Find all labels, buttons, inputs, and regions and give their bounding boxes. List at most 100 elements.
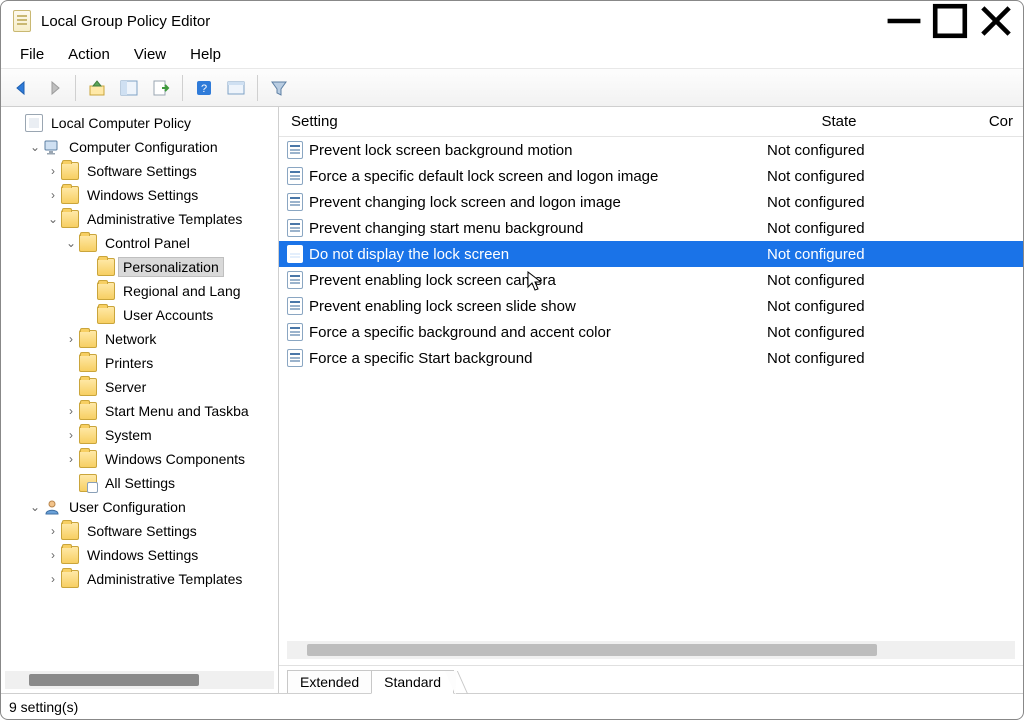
chevron-down-icon[interactable]: ⌄: [63, 236, 79, 250]
setting-state: Not configured: [753, 350, 933, 367]
menu-action[interactable]: Action: [57, 44, 121, 65]
chevron-right-icon[interactable]: ›: [45, 164, 61, 178]
list-horizontal-scrollbar[interactable]: [287, 641, 1015, 659]
tree-label: Local Computer Policy: [47, 114, 195, 132]
column-comment[interactable]: Cor: [929, 113, 1023, 130]
tree-printers[interactable]: Printers: [1, 351, 278, 375]
tree-label: Software Settings: [83, 522, 201, 540]
setting-name: Prevent lock screen background motion: [309, 142, 753, 159]
tree-uc-windows-settings[interactable]: › Windows Settings: [1, 543, 278, 567]
setting-row[interactable]: Prevent enabling lock screen camera Not …: [279, 267, 1023, 293]
menu-view[interactable]: View: [123, 44, 177, 65]
tree-label: User Accounts: [119, 306, 217, 324]
settings-list[interactable]: Prevent lock screen background motion No…: [279, 137, 1023, 641]
tree-server[interactable]: Server: [1, 375, 278, 399]
tree-label: User Configuration: [65, 498, 190, 516]
tree-label: Software Settings: [83, 162, 201, 180]
chevron-right-icon[interactable]: ›: [63, 452, 79, 466]
policy-item-icon: [287, 193, 303, 211]
tab-standard[interactable]: Standard: [371, 670, 454, 694]
tree-computer-configuration[interactable]: ⌄ Computer Configuration: [1, 135, 278, 159]
settings-pane: Setting State Cor Prevent lock screen ba…: [279, 107, 1023, 693]
window-title: Local Group Policy Editor: [41, 13, 881, 30]
setting-name: Do not display the lock screen: [309, 246, 753, 263]
tree-label: Windows Components: [101, 450, 249, 468]
chevron-down-icon[interactable]: ⌄: [27, 140, 43, 154]
menu-help[interactable]: Help: [179, 44, 232, 65]
back-button[interactable]: [7, 73, 37, 103]
folder-icon: [61, 546, 79, 564]
tree-admin-templates[interactable]: ⌄ Administrative Templates: [1, 207, 278, 231]
tree-network[interactable]: › Network: [1, 327, 278, 351]
tree-label: Personalization: [119, 258, 223, 276]
app-window: Local Group Policy Editor File Action Vi…: [0, 0, 1024, 720]
setting-row[interactable]: Prevent changing lock screen and logon i…: [279, 189, 1023, 215]
policy-tree[interactable]: Local Computer Policy ⌄ Computer Configu…: [1, 107, 278, 671]
chevron-right-icon[interactable]: ›: [63, 404, 79, 418]
scrollbar-thumb[interactable]: [29, 674, 199, 686]
help-button[interactable]: ?: [189, 73, 219, 103]
tree-windows-components[interactable]: › Windows Components: [1, 447, 278, 471]
column-state[interactable]: State: [749, 113, 929, 130]
tree-label: System: [101, 426, 156, 444]
chevron-right-icon[interactable]: ›: [63, 428, 79, 442]
tree-system[interactable]: › System: [1, 423, 278, 447]
setting-row[interactable]: Force a specific default lock screen and…: [279, 163, 1023, 189]
chevron-right-icon[interactable]: ›: [63, 332, 79, 346]
setting-row-selected[interactable]: Do not display the lock screen Not confi…: [279, 241, 1023, 267]
view-tabs: Extended Standard: [279, 665, 1023, 693]
setting-name: Prevent enabling lock screen slide show: [309, 298, 753, 315]
folder-icon: [79, 450, 97, 468]
tree-label: All Settings: [101, 474, 179, 492]
show-hide-tree-button[interactable]: [114, 73, 144, 103]
tree-uc-admin-templates[interactable]: › Administrative Templates: [1, 567, 278, 591]
tree-horizontal-scrollbar[interactable]: [5, 671, 274, 689]
tree-start-menu[interactable]: › Start Menu and Taskba: [1, 399, 278, 423]
tree-all-settings[interactable]: All Settings: [1, 471, 278, 495]
policy-item-icon: [287, 349, 303, 367]
setting-name: Prevent changing lock screen and logon i…: [309, 194, 753, 211]
chevron-right-icon[interactable]: ›: [45, 548, 61, 562]
setting-row[interactable]: Prevent lock screen background motion No…: [279, 137, 1023, 163]
folder-icon: [61, 186, 79, 204]
tree-personalization[interactable]: Personalization: [1, 255, 278, 279]
chevron-right-icon[interactable]: ›: [45, 524, 61, 538]
tree-regional-lang[interactable]: Regional and Lang: [1, 279, 278, 303]
policy-item-icon: [287, 271, 303, 289]
options-button[interactable]: [221, 73, 251, 103]
tab-extended[interactable]: Extended: [287, 670, 372, 693]
close-button[interactable]: [973, 5, 1019, 37]
setting-row[interactable]: Prevent changing start menu background N…: [279, 215, 1023, 241]
column-setting[interactable]: Setting: [279, 113, 749, 130]
setting-row[interactable]: Prevent enabling lock screen slide show …: [279, 293, 1023, 319]
tree-user-configuration[interactable]: ⌄ User Configuration: [1, 495, 278, 519]
scrollbar-thumb[interactable]: [307, 644, 877, 656]
tree-label: Windows Settings: [83, 186, 202, 204]
folder-icon: [79, 234, 97, 252]
menubar: File Action View Help: [1, 41, 1023, 69]
tree-control-panel[interactable]: ⌄ Control Panel: [1, 231, 278, 255]
maximize-button[interactable]: [927, 5, 973, 37]
setting-name: Force a specific background and accent c…: [309, 324, 753, 341]
export-list-button[interactable]: [146, 73, 176, 103]
filter-button[interactable]: [264, 73, 294, 103]
chevron-right-icon[interactable]: ›: [45, 188, 61, 202]
chevron-down-icon[interactable]: ⌄: [45, 212, 61, 226]
setting-row[interactable]: Force a specific background and accent c…: [279, 319, 1023, 345]
minimize-button[interactable]: [881, 5, 927, 37]
setting-state: Not configured: [753, 220, 933, 237]
tree-label: Server: [101, 378, 150, 396]
chevron-down-icon[interactable]: ⌄: [27, 500, 43, 514]
tree-windows-settings[interactable]: › Windows Settings: [1, 183, 278, 207]
setting-row[interactable]: Force a specific Start background Not co…: [279, 345, 1023, 371]
up-button[interactable]: [82, 73, 112, 103]
tree-software-settings[interactable]: › Software Settings: [1, 159, 278, 183]
menu-file[interactable]: File: [9, 44, 55, 65]
setting-state: Not configured: [753, 272, 933, 289]
tree-uc-software-settings[interactable]: › Software Settings: [1, 519, 278, 543]
chevron-right-icon[interactable]: ›: [45, 572, 61, 586]
forward-button[interactable]: [39, 73, 69, 103]
tree-user-accounts[interactable]: User Accounts: [1, 303, 278, 327]
tree-root[interactable]: Local Computer Policy: [1, 111, 278, 135]
policy-item-icon: [287, 245, 303, 263]
